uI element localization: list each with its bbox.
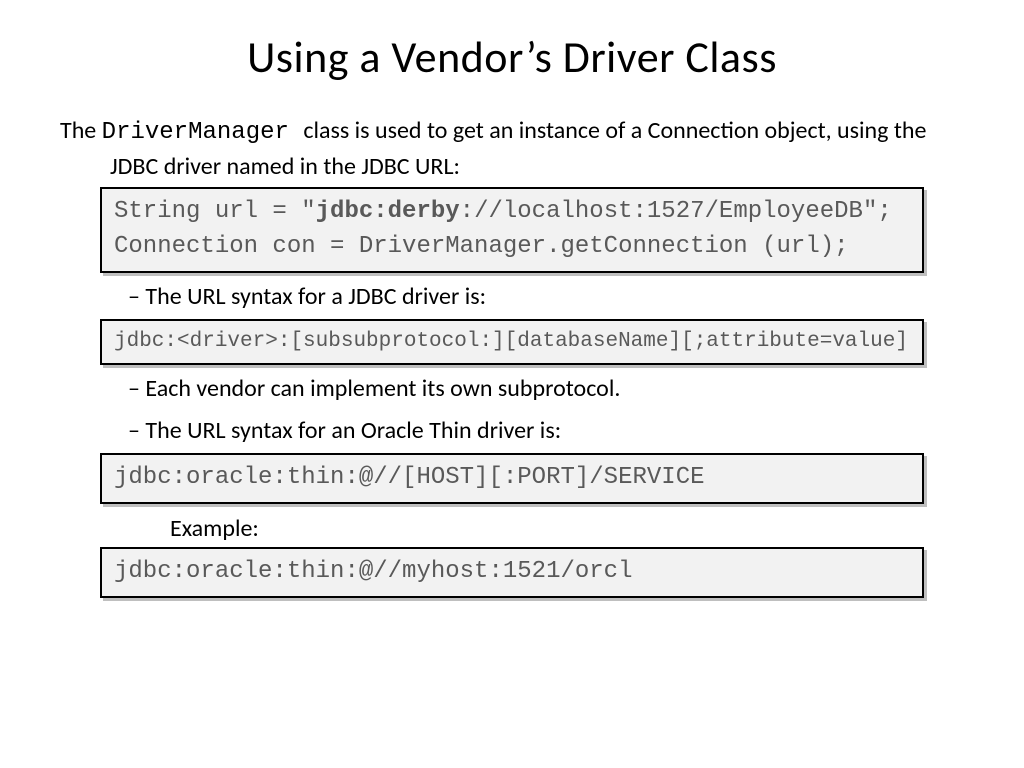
code-line-1: String url = "jdbc:derby://localhost:152… [114, 195, 910, 230]
code-box-oracle-example: jdbc:oracle:thin:@//myhost:1521/orcl [100, 547, 924, 598]
code-line-1-pre: String url = " [114, 198, 316, 225]
bullet-oracle-syntax: The URL syntax for an Oracle Thin driver… [156, 413, 974, 449]
bullet-vendor-subprotocol: Each vendor can implement its own subpro… [156, 371, 974, 407]
code-line-1-post: ://localhost:1527/EmployeeDB"; [460, 198, 892, 225]
code-line-2: Connection con = DriverManager.getConnec… [114, 230, 910, 265]
intro-paragraph: The DriverManager class is used to get a… [60, 114, 974, 183]
intro-code-term: DriverManager [102, 119, 304, 146]
bullet-url-syntax: The URL syntax for a JDBC driver is: [156, 279, 974, 315]
code-box-oracle-syntax: jdbc:oracle:thin:@//[HOST][:PORT]/SERVIC… [100, 453, 924, 504]
slide-title: Using a Vendor’s Driver Class [50, 30, 974, 84]
example-label: Example: [170, 514, 974, 543]
intro-text-1: The [60, 116, 102, 145]
code-line-1-bold: jdbc:derby [316, 198, 460, 225]
code-box-connection: String url = "jdbc:derby://localhost:152… [100, 187, 924, 273]
code-box-jdbc-syntax: jdbc:<driver>:[subsubprotocol:][database… [100, 319, 924, 365]
